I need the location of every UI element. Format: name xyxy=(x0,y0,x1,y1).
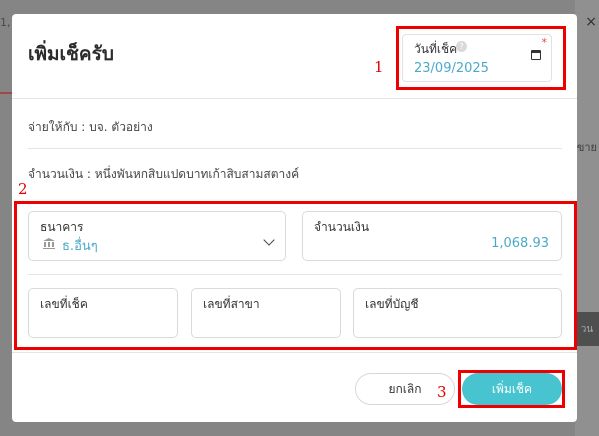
annotation-number-1: 1 xyxy=(374,58,384,76)
background-panel xyxy=(575,0,599,436)
background-close-icon: × xyxy=(585,14,597,30)
background-button: วน xyxy=(575,312,599,346)
background-text: ขาย xyxy=(576,141,597,154)
amount-in-words: จำนวนเงิน : หนึ่งพันหกสิบแปดบาทเก้าสิบสา… xyxy=(28,167,300,181)
annotation-number-2: 2 xyxy=(18,180,28,198)
annotation-number-3: 3 xyxy=(437,383,447,401)
background-text: 1, xyxy=(0,16,11,29)
annotation-box-2 xyxy=(14,201,577,350)
annotation-box-3 xyxy=(458,370,565,408)
header-divider xyxy=(12,98,577,99)
payee-text: จ่ายให้กับ : บจ. ตัวอย่าง xyxy=(28,120,153,134)
info-divider xyxy=(28,148,562,149)
footer-divider xyxy=(12,352,577,353)
modal-title: เพิ่มเช็ครับ xyxy=(28,43,114,65)
background-accent-line xyxy=(0,92,12,94)
annotation-box-1 xyxy=(396,26,566,90)
